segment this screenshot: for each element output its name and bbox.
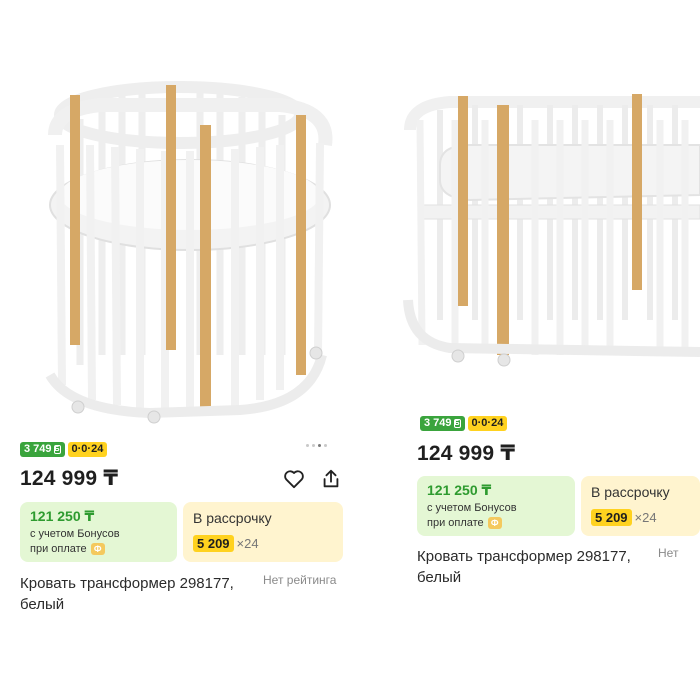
installment-badge: 0·0·24 (67, 442, 108, 457)
crib-oval-icon (45, 81, 333, 424)
product-title[interactable]: Кровать трансформер 298177, белый (20, 573, 250, 615)
installment-multiplier: ×24 (236, 536, 259, 551)
bonus-icon: Б (53, 445, 61, 454)
bonus-payment-line: при оплате Ф (427, 517, 502, 529)
coin-icon: Ф (487, 517, 502, 529)
bonus-badge: 3 749 Б (420, 416, 465, 431)
heart-icon[interactable] (283, 469, 305, 489)
carousel-dot[interactable] (312, 444, 315, 447)
badges: 3 749 Б 0·0·24 (20, 442, 108, 457)
installment-amount: 5 209 (193, 535, 234, 552)
installment-box[interactable]: В рассрочку 5 209 ×24 (581, 476, 700, 536)
share-icon[interactable] (320, 468, 342, 490)
installment-box[interactable]: В рассрочку 5 209 ×24 (183, 502, 343, 562)
bonus-badge: 3 749 Б (20, 442, 65, 457)
product-title[interactable]: Кровать трансформер 298177, белый (417, 546, 647, 588)
bonus-price: 121 250 ₸ (30, 508, 95, 524)
bonus-price-box[interactable]: 121 250 ₸ с учетом Бонусов при оплате Ф (20, 502, 177, 562)
installment-row: 5 209 ×24 (193, 535, 259, 552)
bonus-payment-text: при оплате (427, 517, 484, 529)
carousel-dots[interactable] (306, 444, 327, 447)
installment-badge: 0·0·24 (467, 416, 508, 431)
bonus-badge-value: 3 749 (424, 417, 452, 429)
bonus-payment-line: при оплате Ф (30, 543, 105, 555)
installment-row: 5 209 ×24 (591, 509, 657, 526)
installment-amount: 5 209 (591, 509, 632, 526)
bonus-icon: Б (453, 419, 461, 428)
product-card-left[interactable]: 3 749 Б 0·0·24 124 999 ₸ 121 250 ₸ с уче… (10, 55, 350, 625)
product-price: 124 999 ₸ (20, 467, 119, 490)
installment-title: В рассрочку (591, 484, 670, 500)
crib-extended-icon (403, 94, 700, 367)
bonus-caption: с учетом Бонусов (30, 528, 120, 540)
bonus-price: 121 250 ₸ (427, 482, 492, 498)
bonus-caption: с учетом Бонусов (427, 502, 517, 514)
carousel-dot[interactable] (306, 444, 309, 447)
carousel-dot[interactable] (324, 444, 327, 447)
bonus-badge-value: 3 749 (24, 443, 52, 455)
badges: 3 749 Б 0·0·24 (420, 416, 508, 431)
installment-multiplier: ×24 (634, 510, 657, 525)
product-card-right[interactable]: 3 749 Б 0·0·24 124 999 ₸ 121 250 ₸ с уче… (400, 80, 700, 610)
rating-text: Нет (658, 546, 679, 560)
bonus-price-box[interactable]: 121 250 ₸ с учетом Бонусов при оплате Ф (417, 476, 575, 536)
product-image[interactable] (400, 80, 700, 370)
coin-icon: Ф (90, 543, 105, 555)
product-image[interactable] (10, 55, 350, 435)
carousel-dot-active[interactable] (318, 444, 321, 447)
bonus-payment-text: при оплате (30, 543, 87, 555)
rating-text: Нет рейтинга (263, 573, 337, 587)
installment-title: В рассрочку (193, 510, 272, 526)
product-price: 124 999 ₸ (417, 442, 516, 465)
